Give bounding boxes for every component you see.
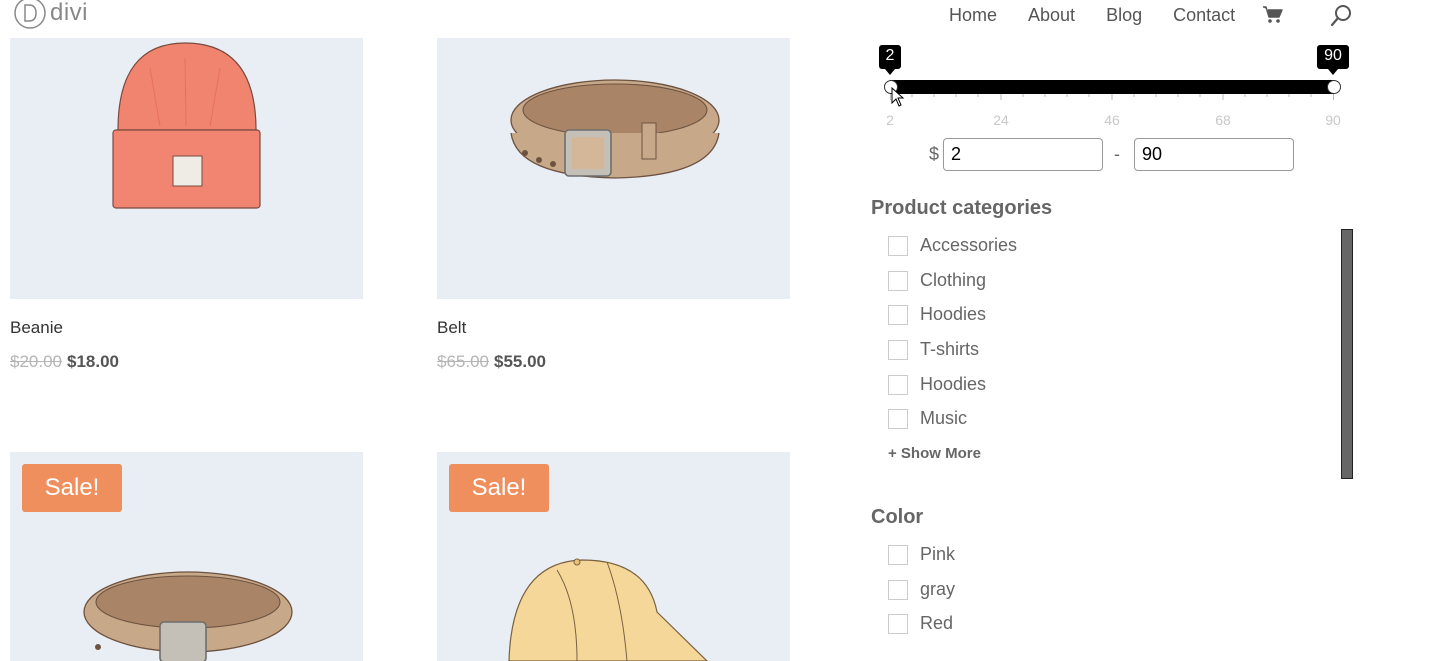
sale-badge: Sale!	[449, 464, 549, 512]
tick-label: 46	[1104, 112, 1120, 128]
categories-scrollbar[interactable]	[1341, 229, 1353, 479]
category-label[interactable]: T-shirts	[920, 339, 979, 360]
nav-blog[interactable]: Blog	[1106, 5, 1142, 26]
checkbox[interactable]	[888, 270, 908, 291]
checkbox[interactable]	[888, 408, 908, 429]
color-label[interactable]: Pink	[920, 544, 955, 565]
main-nav: Home About Blog Contact	[949, 3, 1354, 27]
nav-contact[interactable]: Contact	[1173, 5, 1235, 26]
currency-symbol: $	[929, 144, 940, 164]
checkbox[interactable]	[888, 374, 908, 395]
slider-max-tooltip: 90	[1317, 45, 1349, 75]
color-label[interactable]: Red	[920, 613, 953, 634]
tick-label: 2	[886, 112, 894, 128]
color-title: Color	[871, 506, 924, 528]
color-red[interactable]: Red	[888, 613, 953, 634]
slider-max-handle[interactable]	[1327, 80, 1341, 94]
product-image-beanie[interactable]	[10, 38, 363, 299]
nav-home[interactable]: Home	[949, 5, 997, 26]
category-hoodies-2[interactable]: Hoodies	[888, 374, 986, 395]
show-more-link[interactable]: + Show More	[888, 445, 981, 462]
mouse-cursor-icon	[891, 87, 905, 107]
category-accessories[interactable]: Accessories	[888, 235, 1017, 256]
divi-logo-icon	[14, 0, 46, 29]
checkbox[interactable]	[888, 235, 908, 256]
category-label[interactable]: Clothing	[920, 270, 986, 291]
site-header: divi Home About Blog Contact	[0, 0, 1432, 38]
color-pink[interactable]: Pink	[888, 544, 955, 565]
category-label[interactable]: Music	[920, 408, 967, 429]
checkbox[interactable]	[888, 613, 908, 634]
sale-price: $18.00	[67, 352, 119, 371]
checkbox[interactable]	[888, 304, 908, 325]
checkbox[interactable]	[888, 339, 908, 360]
belt-illustration	[510, 79, 720, 179]
nav-about[interactable]: About	[1028, 5, 1075, 26]
color-label[interactable]: gray	[920, 579, 955, 600]
max-price-input[interactable]	[1134, 138, 1294, 171]
slider-ticks	[890, 94, 1334, 100]
category-label[interactable]: Accessories	[920, 235, 1017, 256]
range-separator: -	[1114, 144, 1120, 164]
slider-min-tooltip: 2	[879, 45, 901, 75]
category-clothing[interactable]: Clothing	[888, 270, 986, 291]
category-t-shirts[interactable]: T-shirts	[888, 339, 979, 360]
product-price-beanie: $20.00 $18.00	[10, 352, 119, 372]
beanie-illustration	[112, 42, 261, 209]
checkbox[interactable]	[888, 544, 908, 565]
category-hoodies[interactable]: Hoodies	[888, 304, 986, 325]
tick-label: 24	[993, 112, 1009, 128]
sale-price: $55.00	[494, 352, 546, 371]
product-price-belt: $65.00 $55.00	[437, 352, 546, 372]
product-image-belt[interactable]	[437, 38, 790, 299]
category-label[interactable]: Hoodies	[920, 374, 986, 395]
min-price-input[interactable]	[943, 138, 1103, 171]
categories-title: Product categories	[871, 197, 1053, 219]
tick-label: 68	[1215, 112, 1231, 128]
old-price: $65.00	[437, 352, 489, 371]
price-slider-track[interactable]	[890, 80, 1334, 94]
category-music[interactable]: Music	[888, 408, 967, 429]
category-label[interactable]: Hoodies	[920, 304, 986, 325]
checkbox[interactable]	[888, 579, 908, 600]
color-gray[interactable]: gray	[888, 579, 955, 600]
cart-icon[interactable]	[1263, 6, 1283, 24]
product-title-beanie[interactable]: Beanie	[10, 318, 63, 338]
tick-label: 90	[1325, 112, 1341, 128]
sale-badge: Sale!	[22, 464, 122, 512]
site-logo[interactable]: divi	[14, 0, 88, 29]
search-icon[interactable]	[1330, 3, 1354, 27]
logo-text: divi	[50, 0, 89, 26]
product-title-belt[interactable]: Belt	[437, 318, 466, 338]
old-price: $20.00	[10, 352, 62, 371]
